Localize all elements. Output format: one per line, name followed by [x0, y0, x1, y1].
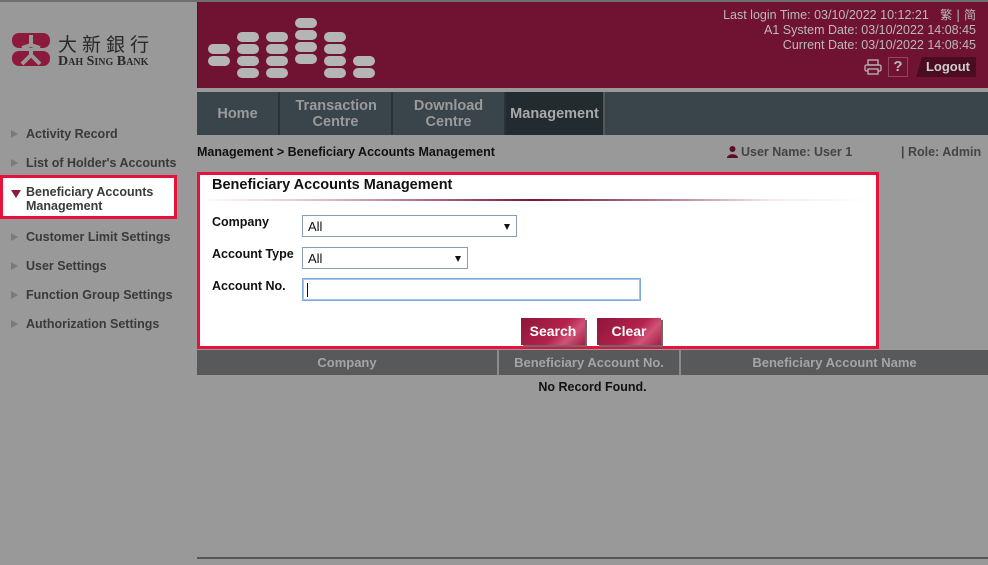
arrow-right-icon: [11, 262, 18, 270]
arrow-down-icon: [11, 190, 21, 198]
printer-icon[interactable]: [864, 59, 882, 75]
breadcrumb: Management > Beneficiary Accounts Manage…: [197, 145, 495, 159]
title-divider: [200, 199, 870, 201]
tab-transaction-centre-label: Transaction Centre: [295, 97, 377, 130]
clear-button[interactable]: Clear: [597, 318, 661, 345]
sidebar-item-label: List of Holder's Accounts: [26, 156, 177, 170]
help-button[interactable]: ?: [887, 57, 908, 77]
arrow-right-icon: [11, 233, 18, 241]
bank-name-chinese: 大新銀行: [58, 34, 155, 56]
lang-separator: |: [956, 8, 961, 22]
tab-download-centre[interactable]: Download Centre: [393, 92, 506, 135]
column-header-account-no[interactable]: Beneficiary Account No.: [499, 350, 681, 375]
sidebar-item-label: Beneficiary Accounts Management: [26, 185, 154, 213]
bank-name-english: Dah Sing Bank: [58, 54, 149, 69]
sidebar-item-label: Activity Record: [26, 127, 118, 141]
language-switch: 繁 | 简: [940, 8, 976, 22]
panel-title: Beneficiary Accounts Management: [212, 177, 453, 193]
lang-simplified-link[interactable]: 简: [964, 8, 976, 22]
account-type-select-value: All: [308, 251, 323, 266]
current-date: Current Date: 03/10/2022 14:08:45: [782, 38, 976, 52]
chevron-down-icon: [504, 224, 510, 230]
header-banner: Last login Time: 03/10/2022 10:12:21 繁 |…: [197, 2, 988, 88]
account-type-label: Account Type: [212, 247, 294, 261]
tab-download-centre-label: Download Centre: [413, 97, 484, 130]
sidebar: Activity Record List of Holder's Account…: [0, 122, 196, 331]
search-panel: Beneficiary Accounts Management Company …: [197, 172, 879, 349]
arrow-right-icon: [11, 320, 18, 328]
sidebar-item-authorization[interactable]: Authorization Settings: [0, 317, 196, 331]
empty-state-message: No Record Found.: [538, 380, 647, 394]
sidebar-item-holders-accounts[interactable]: List of Holder's Accounts: [0, 156, 196, 170]
company-select-value: All: [308, 219, 323, 234]
text-cursor: [307, 283, 308, 297]
arrow-right-icon: [11, 159, 18, 167]
sidebar-item-label: Authorization Settings: [26, 317, 160, 331]
account-no-label: Account No.: [212, 279, 286, 293]
search-button[interactable]: Search: [521, 318, 585, 345]
header-actions: ? Logout: [864, 57, 976, 77]
company-select[interactable]: All: [302, 215, 517, 237]
user-name-text: User Name: User 1: [741, 145, 853, 159]
tab-management[interactable]: Management: [506, 92, 605, 135]
column-header-account-name[interactable]: Beneficiary Account Name: [681, 350, 988, 375]
arrow-right-icon: [11, 130, 18, 138]
footer-divider: [197, 557, 988, 559]
sidebar-item-user-settings[interactable]: User Settings: [0, 259, 196, 273]
logo-pattern-icon: [208, 18, 375, 78]
last-login-time: Last login Time: 03/10/2022 10:12:21: [723, 8, 929, 22]
arrow-right-icon: [11, 291, 18, 299]
table-header: Company Beneficiary Account No. Benefici…: [197, 350, 988, 375]
column-header-company[interactable]: Company: [197, 350, 499, 375]
logout-button[interactable]: Logout: [915, 57, 976, 77]
sidebar-item-activity-record[interactable]: Activity Record: [0, 127, 196, 141]
session-info: Last login Time: 03/10/2022 10:12:21 繁 |…: [723, 8, 976, 53]
user-role: | Role: Admin: [901, 145, 982, 159]
sidebar-item-function-group[interactable]: Function Group Settings: [0, 288, 196, 302]
sidebar-item-label: Customer Limit Settings: [26, 230, 171, 244]
main-nav: Home Transaction Centre Download Centre …: [197, 92, 988, 135]
system-date: A1 System Date: 03/10/2022 14:08:45: [764, 23, 976, 37]
sidebar-item-label: User Settings: [26, 259, 107, 273]
company-label: Company: [212, 215, 269, 229]
bank-logo[interactable]: 大新銀行 Dah Sing Bank: [12, 30, 182, 75]
sidebar-item-customer-limit[interactable]: Customer Limit Settings: [0, 230, 196, 244]
user-name: User Name: User 1: [727, 145, 852, 159]
sidebar-item-beneficiary-accounts[interactable]: Beneficiary Accounts Management: [0, 175, 177, 219]
sidebar-item-label: Function Group Settings: [26, 288, 173, 302]
lang-traditional-link[interactable]: 繁: [940, 8, 952, 22]
dah-sing-logo-icon: [12, 33, 50, 66]
results-table: Company Beneficiary Account No. Benefici…: [197, 350, 988, 394]
account-type-select[interactable]: All: [302, 247, 468, 269]
tab-home[interactable]: Home: [197, 92, 280, 135]
tab-transaction-centre[interactable]: Transaction Centre: [280, 92, 393, 135]
chevron-down-icon: [455, 256, 461, 262]
user-icon: [727, 146, 738, 158]
account-no-input[interactable]: [302, 278, 641, 301]
